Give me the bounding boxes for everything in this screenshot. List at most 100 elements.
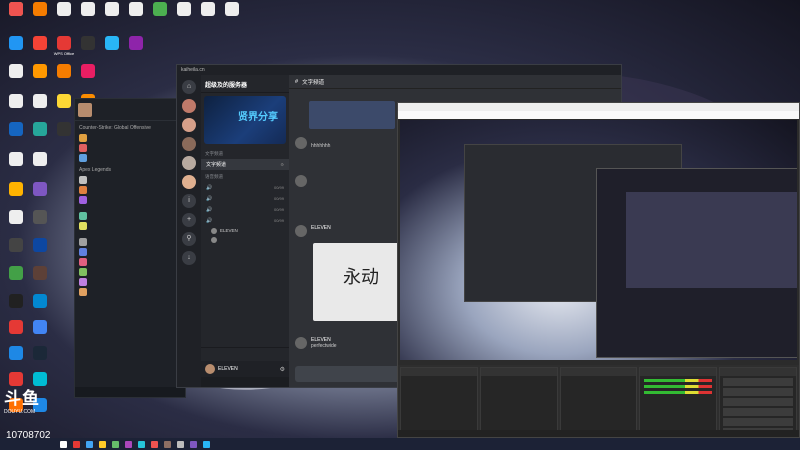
app-icon: [105, 36, 119, 50]
app-icon: [33, 238, 47, 252]
voice-channel-count: 00/99: [273, 196, 284, 201]
obs-control-button[interactable]: [723, 408, 793, 416]
add-server-icon[interactable]: +: [182, 213, 196, 227]
desktop-shortcut-icon[interactable]: [120, 34, 152, 68]
voice-user[interactable]: ELEVEN: [201, 226, 289, 235]
friend-row[interactable]: [75, 143, 185, 153]
friends-footer[interactable]: [75, 387, 185, 397]
app-icon: [129, 36, 143, 50]
avatar: [79, 268, 87, 276]
attached-image[interactable]: 永动: [313, 243, 399, 321]
audio-meter: [644, 391, 713, 394]
app-icon: [33, 122, 47, 136]
taskbar-app-icon[interactable]: [138, 440, 145, 448]
app-icon: [9, 266, 23, 280]
friend-row[interactable]: [75, 277, 185, 287]
bottom-line[interactable]: [201, 377, 289, 387]
obs-menu: [398, 111, 799, 119]
voice-channel[interactable]: 🔊 00/99: [201, 182, 289, 193]
avatar: [79, 248, 87, 256]
taskbar-app-icon[interactable]: [60, 440, 67, 448]
taskbar-app-icon[interactable]: [112, 440, 119, 448]
taskbar-app-icon[interactable]: [177, 440, 184, 448]
obs-dock-title: [560, 368, 637, 376]
obs-control-button[interactable]: [723, 388, 793, 396]
obs-docks: [398, 365, 799, 437]
friend-row[interactable]: [75, 185, 185, 195]
avatar: [79, 186, 87, 194]
explore-icon[interactable]: ⚲: [182, 232, 196, 246]
app-icon: [33, 2, 47, 16]
desktop-shortcut-icon[interactable]: [24, 150, 56, 184]
friend-group-title: Apex Legends: [79, 167, 111, 173]
message-text: perfectwide: [311, 343, 337, 349]
friend-row[interactable]: [75, 287, 185, 297]
taskbar-app-icon[interactable]: [99, 440, 106, 448]
taskbar-app-icon[interactable]: [86, 440, 93, 448]
app-icon: [33, 266, 47, 280]
desktop-shortcut-icon[interactable]: [216, 0, 248, 34]
friend-row[interactable]: [75, 257, 185, 267]
avatar: [79, 154, 87, 162]
guild-avatar[interactable]: [182, 137, 196, 151]
voice-channel[interactable]: 🔊 00/99: [201, 193, 289, 204]
app-icon: [81, 2, 95, 16]
avatar[interactable]: [295, 137, 307, 149]
taskbar-app-icon[interactable]: [125, 440, 132, 448]
category-text[interactable]: 文字频道: [201, 147, 289, 159]
taskbar-app-icon[interactable]: [151, 440, 158, 448]
desktop-shortcut-icon[interactable]: [0, 0, 32, 34]
app-icon: [9, 210, 23, 224]
friend-row[interactable]: [75, 195, 185, 205]
taskbar-app-icon[interactable]: [203, 440, 210, 448]
desktop-shortcut-icon[interactable]: [72, 62, 104, 96]
voice-user[interactable]: [201, 235, 289, 244]
friend-row[interactable]: [75, 153, 185, 163]
obs-dock-title: [640, 368, 717, 376]
guild-avatar[interactable]: [182, 99, 196, 113]
friend-row[interactable]: [75, 211, 185, 221]
home-icon[interactable]: ⌂: [182, 80, 196, 94]
avatar[interactable]: [295, 225, 307, 237]
avatar[interactable]: [295, 337, 307, 349]
channel-list: 超级及的服务器 贤界分享 文字频道 文字频道 ⚙ 语音频道 🔊 00/99 🔊 00…: [201, 75, 289, 387]
friend-row[interactable]: [75, 221, 185, 231]
friend-row[interactable]: [75, 133, 185, 143]
obs-control-button[interactable]: [723, 418, 793, 426]
channel-text[interactable]: 文字频道 ⚙: [201, 159, 289, 170]
avatar: [78, 102, 92, 117]
friend-row[interactable]: [75, 175, 185, 185]
friend-row[interactable]: [75, 267, 185, 277]
voice-channel[interactable]: 🔊 00/99: [201, 204, 289, 215]
download-icon[interactable]: ↓: [182, 251, 196, 265]
app-icon: [9, 2, 23, 16]
voice-channel-name: 🔊: [206, 195, 213, 202]
chat-message: hhhhhhh: [295, 137, 330, 150]
friend-row[interactable]: [75, 237, 185, 247]
guild-avatar[interactable]: [182, 118, 196, 132]
avatar[interactable]: [295, 175, 307, 187]
taskbar-app-icon[interactable]: [190, 440, 197, 448]
taskbar-app-icon[interactable]: [73, 440, 80, 448]
obs-control-button[interactable]: [723, 378, 793, 386]
avatar: [79, 222, 87, 230]
info-icon[interactable]: i: [182, 194, 196, 208]
taskbar-app-icon[interactable]: [164, 440, 171, 448]
obs-control-button[interactable]: [723, 398, 793, 406]
app-icon: [9, 320, 23, 334]
guild-avatar[interactable]: [182, 175, 196, 189]
app-icon: [9, 182, 23, 196]
friend-row[interactable]: [75, 247, 185, 257]
message-author[interactable]: ELEVEN: [311, 225, 331, 231]
obs-dock-title: [401, 368, 477, 376]
attached-image[interactable]: [309, 101, 395, 129]
friends-user-header[interactable]: [75, 99, 185, 121]
voice-channel[interactable]: 🔊 00/99: [201, 215, 289, 226]
settings-icon[interactable]: ⚙: [280, 366, 285, 373]
category-voice[interactable]: 语音频道: [201, 170, 289, 182]
guild-avatar[interactable]: [182, 156, 196, 170]
app-icon: [81, 36, 95, 50]
avatar: [79, 144, 87, 152]
server-name[interactable]: 超级及的服务器: [201, 75, 289, 93]
shortcut-label: [24, 281, 56, 291]
